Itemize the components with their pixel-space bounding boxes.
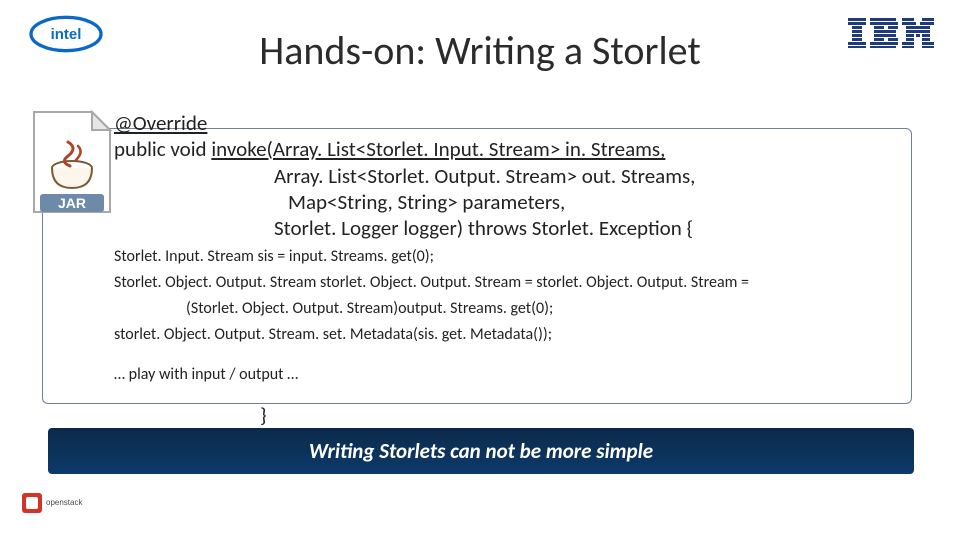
- svg-text:openstack: openstack: [46, 498, 83, 507]
- summary-banner: Writing Storlets can not be more simple: [48, 428, 914, 474]
- code-s3-text: (Storlet. Object. Output. Stream)output.…: [114, 299, 914, 319]
- code-l2-invoke: invoke(Array. List<Storlet. Input. Strea…: [211, 136, 665, 162]
- svg-text:JAR: JAR: [58, 195, 86, 211]
- code-l4-text: Map<String, String> parameters,: [114, 189, 914, 215]
- openstack-logo: openstack: [20, 491, 90, 530]
- openstack-logo-icon: openstack: [20, 491, 90, 525]
- code-line-5: Storlet. Logger logger) throws Storlet. …: [114, 215, 914, 241]
- code-l3-text: Array. List<Storlet. Output. Stream> out…: [114, 163, 914, 189]
- jar-file-icon: JAR: [26, 108, 118, 218]
- slide-title: Hands-on: Writing a Storlet: [0, 26, 960, 75]
- code-line-2: public void invoke(Array. List<Storlet. …: [114, 136, 914, 162]
- code-small-4: storlet. Object. Output. Stream. set. Me…: [114, 325, 914, 345]
- code-content: @Override public void invoke(Array. List…: [114, 110, 914, 428]
- code-line-3: Array. List<Storlet. Output. Stream> out…: [114, 163, 914, 189]
- code-play-comment: … play with input / output …: [114, 365, 914, 384]
- code-close-brace: }: [114, 402, 914, 428]
- slide: intel: [0, 0, 960, 540]
- code-small-3: (Storlet. Object. Output. Stream)output.…: [114, 299, 914, 319]
- code-line-1: @Override: [114, 110, 914, 136]
- code-small-2: Storlet. Object. Output. Stream storlet.…: [114, 273, 914, 293]
- code-small-1: Storlet. Input. Stream sis = input. Stre…: [114, 247, 914, 267]
- override-annotation: @Override: [114, 110, 207, 136]
- code-l2-prefix: public void: [114, 136, 211, 162]
- summary-banner-text: Writing Storlets can not be more simple: [309, 438, 653, 464]
- code-line-4: Map<String, String> parameters,: [114, 189, 914, 215]
- code-l5-text: Storlet. Logger logger) throws Storlet. …: [114, 215, 914, 241]
